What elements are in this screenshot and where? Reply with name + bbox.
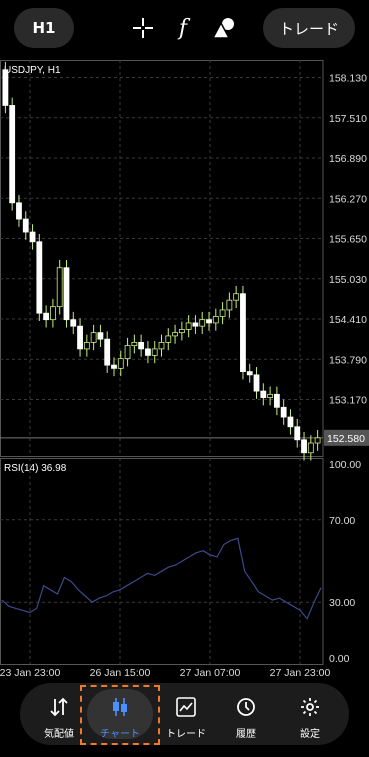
price-tick-label: 155.030: [329, 274, 367, 286]
candle-body: [117, 358, 124, 369]
candle-body: [287, 416, 294, 428]
candle-body: [280, 406, 287, 418]
nav-history-label: 履歴: [236, 729, 256, 740]
rsi-tick-label: 30.00: [329, 597, 355, 609]
candle-body: [151, 348, 158, 356]
candle-body: [131, 341, 138, 347]
candle-body: [185, 322, 192, 330]
trade-button[interactable]: トレード: [263, 8, 355, 48]
chart-title: USDJPY, H1: [4, 65, 61, 76]
rsi-tick-label: 70.00: [329, 515, 355, 527]
bottom-navigation: 気配値 チャート トレード 履歴 設定: [20, 683, 349, 745]
candle-body: [178, 329, 185, 334]
price-tick-label: 153.790: [329, 354, 367, 366]
candle-body: [2, 69, 9, 106]
candle-body: [90, 332, 97, 343]
candle-body: [22, 218, 29, 233]
candle-body: [273, 393, 280, 408]
candle-body: [301, 439, 307, 454]
candle-body: [212, 316, 219, 324]
candle-body: [36, 241, 43, 314]
candle-body: [124, 345, 131, 360]
candle-body: [172, 332, 178, 337]
candle-body: [29, 231, 36, 243]
candle-body: [83, 341, 90, 350]
time-tick-label: 23 Jan 23:00: [0, 667, 61, 678]
candle-body: [50, 306, 56, 321]
chart-canvas[interactable]: 158.130 157.510 156.890 156.270 155.650 155.0…: [0, 58, 369, 679]
function-icon[interactable]: f: [171, 16, 195, 41]
nav-trade-label: トレード: [166, 729, 206, 740]
chart-tab-highlight: [80, 685, 160, 745]
candle-body: [307, 442, 314, 454]
candle-body: [294, 426, 301, 441]
candle-body: [219, 309, 226, 317]
price-tick-label: 153.170: [329, 395, 367, 407]
price-tick-label: 154.410: [329, 314, 367, 326]
quotes-icon: [50, 697, 68, 717]
candle-body: [260, 390, 267, 398]
settings-icon: [301, 698, 319, 716]
time-tick-label: 27 Jan 23:00: [270, 667, 331, 678]
top-toolbar: H1 f トレード: [0, 0, 369, 58]
candle-body: [111, 364, 117, 369]
trade-icon: [176, 697, 196, 717]
candle-body: [226, 299, 233, 311]
candle-body: [253, 374, 260, 392]
candle-body: [314, 437, 321, 444]
price-tick-label: 156.270: [329, 193, 367, 205]
nav-settings[interactable]: 設定: [281, 689, 339, 740]
crosshair-icon[interactable]: [131, 16, 155, 40]
price-tick-label: 157.510: [329, 113, 367, 125]
candle-body: [56, 267, 63, 308]
time-tick-label: 26 Jan 15:00: [90, 667, 151, 678]
nav-trade[interactable]: トレード: [157, 689, 215, 740]
candle-body: [63, 267, 70, 321]
price-tick-label: 158.130: [329, 73, 367, 85]
candle-body: [206, 319, 212, 324]
time-tick-label: 27 Jan 07:00: [180, 667, 241, 678]
candle-body: [43, 312, 50, 321]
nav-settings-label: 設定: [300, 729, 320, 740]
candle-body: [233, 293, 240, 301]
candle-body: [16, 202, 22, 220]
rsi-tick-label: 100.00: [329, 459, 361, 471]
rsi-plot-frame: [0, 458, 324, 665]
rsi-line: [1, 537, 322, 620]
current-price-label: 152.580: [327, 433, 365, 445]
candle-body: [199, 319, 206, 327]
price-chart[interactable]: 158.130 157.510 156.890 156.270 155.650 155.0…: [0, 58, 369, 679]
rsi-label: RSI(14) 36.98: [4, 463, 67, 474]
candle-body: [158, 341, 165, 350]
candle-body: [70, 319, 77, 327]
candle-body: [267, 393, 273, 398]
candle-body: [165, 335, 172, 343]
candle-body: [104, 338, 111, 366]
timeframe-button[interactable]: H1: [14, 8, 74, 48]
candle-body: [240, 293, 246, 373]
nav-history[interactable]: 履歴: [217, 689, 275, 740]
candle-body: [77, 325, 83, 350]
history-icon: [237, 698, 255, 716]
candle-body: [138, 341, 145, 350]
rsi-tick-label: 0.00: [329, 653, 350, 665]
candle-body: [192, 322, 199, 327]
candle-body: [9, 105, 16, 204]
price-tick-label: 155.650: [329, 234, 367, 246]
candle-body: [97, 332, 104, 340]
shapes-icon[interactable]: [212, 16, 236, 40]
price-tick-label: 156.890: [329, 153, 367, 165]
candle-body: [145, 348, 151, 356]
candle-body: [246, 371, 253, 376]
